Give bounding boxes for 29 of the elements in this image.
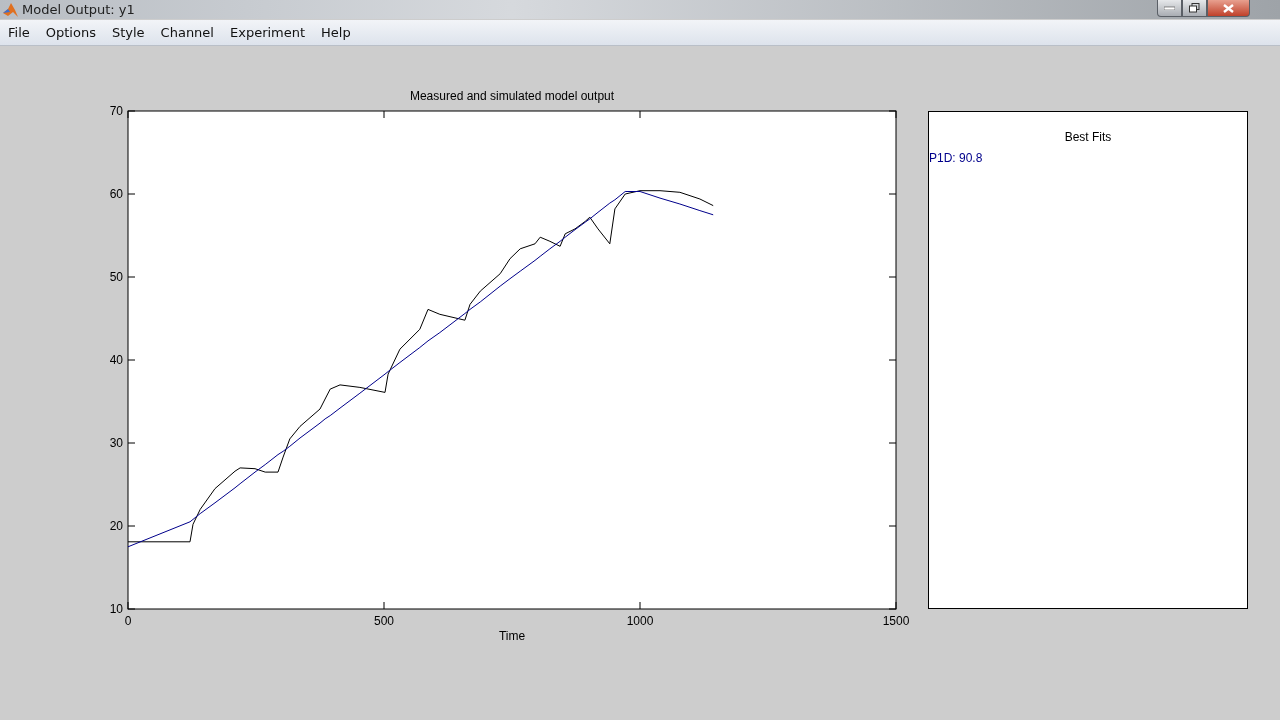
close-button[interactable] bbox=[1207, 0, 1250, 17]
y-tick-label: 30 bbox=[109, 436, 123, 450]
minimize-button[interactable] bbox=[1157, 0, 1182, 17]
x-tick-label: 1000 bbox=[626, 614, 654, 628]
minimize-icon bbox=[1164, 6, 1175, 10]
chart-title: Measured and simulated model output bbox=[409, 89, 615, 103]
app-logo-icon bbox=[2, 1, 18, 18]
restore-button[interactable] bbox=[1182, 0, 1207, 17]
menu-item[interactable]: Experiment bbox=[223, 25, 312, 40]
y-tick-label: 50 bbox=[109, 270, 123, 284]
window-title: Model Output: y1 bbox=[22, 2, 135, 17]
x-tick-label: 1500 bbox=[882, 614, 910, 628]
menu-item[interactable]: File bbox=[2, 25, 36, 40]
y-tick-label: 20 bbox=[109, 519, 123, 533]
y-tick-label: 10 bbox=[109, 602, 123, 616]
x-axis-label: Time bbox=[498, 629, 526, 643]
close-icon bbox=[1223, 3, 1234, 13]
y-tick-label: 40 bbox=[109, 353, 123, 367]
x-tick-label: 0 bbox=[124, 614, 132, 628]
fit-entry: P1D: 90.8 bbox=[929, 151, 983, 165]
menu-item[interactable]: Options bbox=[39, 25, 102, 40]
menu-item[interactable]: Style bbox=[105, 25, 151, 40]
menu-item[interactable]: Channel bbox=[154, 25, 220, 40]
restore-icon bbox=[1189, 3, 1200, 13]
x-tick-label: 500 bbox=[374, 614, 394, 628]
best-fits-title: Best Fits bbox=[1064, 130, 1112, 144]
y-tick-label: 70 bbox=[109, 104, 123, 118]
y-tick-label: 60 bbox=[109, 187, 123, 201]
menu-item[interactable]: Help bbox=[315, 25, 357, 40]
